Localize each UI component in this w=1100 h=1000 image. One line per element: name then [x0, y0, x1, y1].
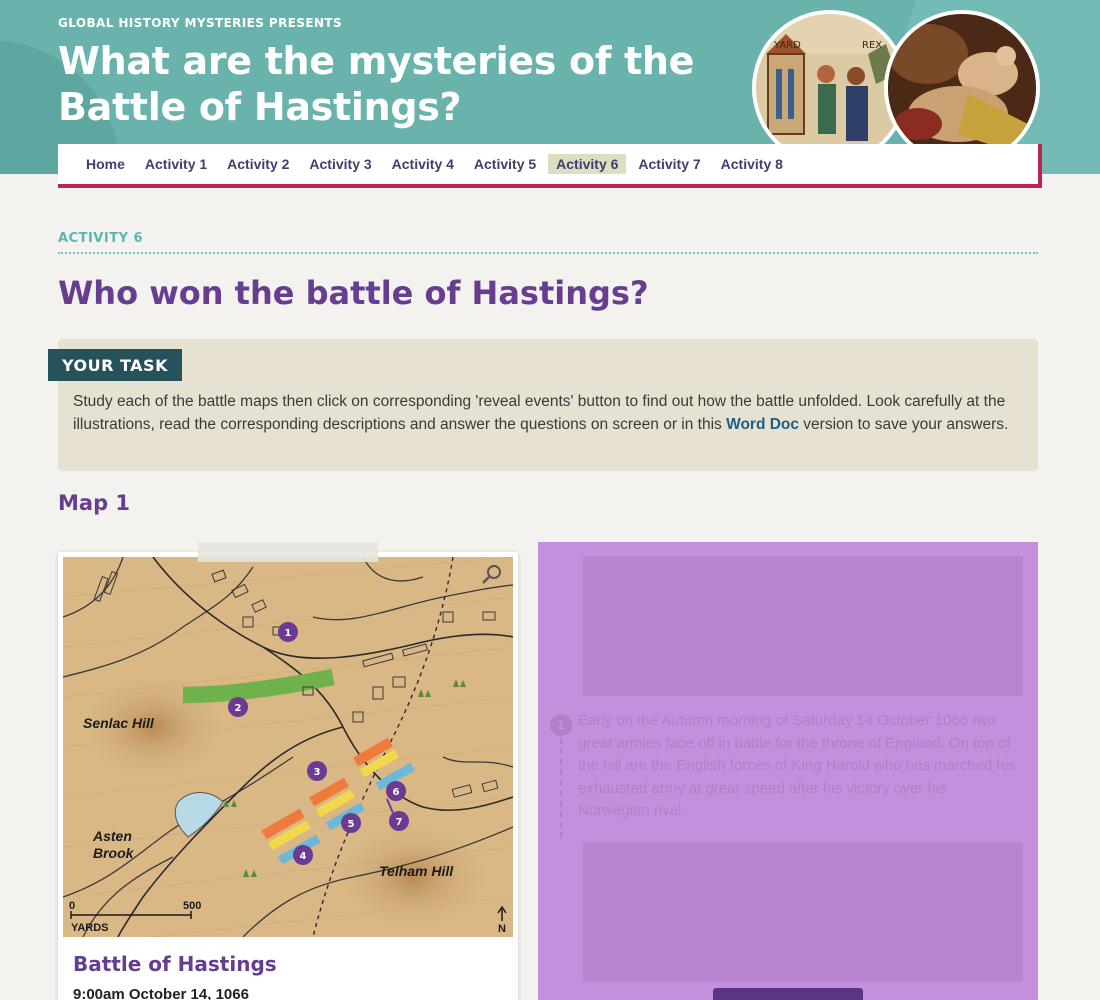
nav-activity-6[interactable]: Activity 6 — [548, 154, 627, 174]
event-image — [583, 556, 1023, 696]
marker-number: 7 — [396, 817, 403, 828]
map-label-telham-hill: Telham Hill — [379, 863, 454, 879]
nav-activity-5[interactable]: Activity 5 — [466, 154, 544, 174]
battle-map[interactable]: 1 2 3 4 5 6 7 Senlac Hill Asten Brook Te… — [63, 557, 513, 937]
nav-activity-4[interactable]: Activity 4 — [384, 154, 462, 174]
map-heading: Map 1 — [58, 491, 131, 515]
map-card: 1 2 3 4 5 6 7 Senlac Hill Asten Brook Te… — [58, 552, 518, 1000]
map-marker: 5 — [341, 813, 361, 833]
nav-activity-1[interactable]: Activity 1 — [137, 154, 215, 174]
scale-end: 500 — [183, 900, 201, 912]
north-label: N — [498, 923, 506, 935]
tapestry-word: YARD — [773, 40, 801, 51]
map-card-time: 9:00am October 14, 1066 — [73, 986, 249, 1000]
map-marker: 3 — [307, 761, 327, 781]
map-label-brook: Brook — [93, 845, 135, 861]
series-label: GLOBAL HISTORY MYSTERIES PRESENTS — [58, 16, 343, 30]
event-connector — [560, 738, 562, 838]
map-label-asten: Asten — [92, 828, 132, 844]
divider — [58, 252, 1038, 254]
map-marker: 4 — [293, 845, 313, 865]
scale-start: 0 — [69, 900, 75, 912]
task-instructions: Study each of the battle maps then click… — [73, 390, 1023, 436]
activity-nav: Home Activity 1 Activity 2 Activity 3 Ac… — [58, 144, 1042, 188]
marker-number: 1 — [285, 628, 292, 639]
task-text-part: version to save your answers. — [799, 416, 1009, 433]
marker-number: 2 — [235, 703, 242, 714]
marker-number: 6 — [393, 787, 400, 798]
map-card-title: Battle of Hastings — [73, 952, 277, 976]
site-title: What are the mysteries of the Battle of … — [58, 39, 695, 129]
nav-home[interactable]: Home — [78, 154, 133, 174]
painting-image — [884, 10, 1040, 166]
nav-activity-3[interactable]: Activity 3 — [301, 154, 379, 174]
marker-number: 4 — [300, 851, 307, 862]
marker-number: 5 — [348, 819, 355, 830]
word-doc-link[interactable]: Word Doc — [726, 416, 799, 433]
event-number: 1 — [550, 714, 572, 736]
event-image — [583, 842, 1023, 982]
nav-activity-8[interactable]: Activity 8 — [713, 154, 791, 174]
task-tag: YOUR TASK — [48, 349, 182, 381]
marker-number: 3 — [314, 767, 321, 778]
map-marker: 2 — [228, 697, 248, 717]
page-title: Who won the battle of Hastings? — [58, 274, 649, 312]
reveal-events-button[interactable] — [713, 988, 863, 1000]
events-panel-overlay: 1 Early on the Autumn morning of Saturda… — [538, 542, 1038, 1000]
map-marker: 1 — [278, 622, 298, 642]
map-label-senlac-hill: Senlac Hill — [83, 715, 155, 731]
scale-unit: YARDS — [71, 922, 109, 934]
activity-label: ACTIVITY 6 — [58, 231, 144, 246]
event-description: Early on the Autumn morning of Saturday … — [578, 712, 1016, 819]
tapestry-word: REX — [862, 40, 882, 51]
map-marker: 7 — [389, 811, 409, 831]
nav-activity-7[interactable]: Activity 7 — [630, 154, 708, 174]
nav-activity-2[interactable]: Activity 2 — [219, 154, 297, 174]
tape-decoration — [198, 542, 378, 562]
map-marker: 6 — [386, 781, 406, 801]
